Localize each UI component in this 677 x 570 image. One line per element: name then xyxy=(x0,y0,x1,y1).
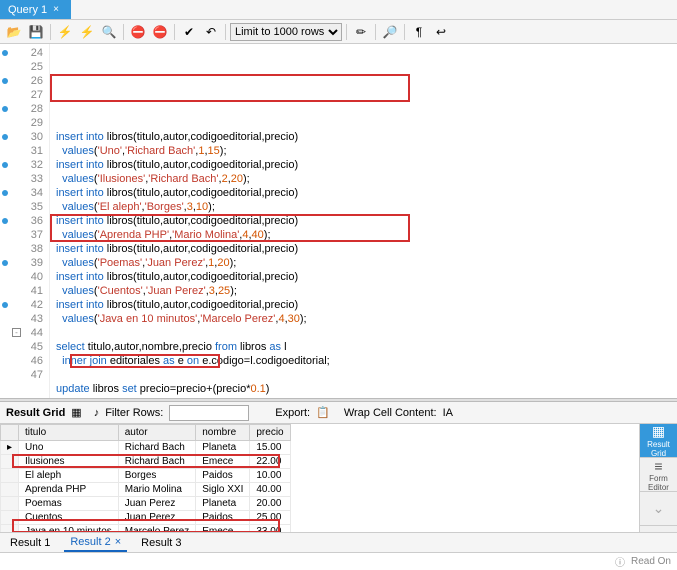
highlight-box xyxy=(50,74,410,102)
commit-icon[interactable]: ✔ xyxy=(179,23,199,41)
execute-icon[interactable]: ⚡ xyxy=(55,23,75,41)
wrap-toggle-icon[interactable]: IA xyxy=(443,407,453,419)
table-row[interactable]: CuentosJuan PerezPaidos25.00 xyxy=(1,511,291,525)
table-row[interactable]: Java en 10 minutosMarcelo PerezEmece33.0… xyxy=(1,525,291,533)
tab-result-3[interactable]: Result 3 xyxy=(135,535,187,551)
rollback-icon[interactable]: ↶ xyxy=(201,23,221,41)
wrap-label: Wrap Cell Content: xyxy=(344,407,437,419)
result-grid[interactable]: tituloautornombreprecio▸UnoRichard BachP… xyxy=(0,424,291,532)
filter-icon: ♪ xyxy=(94,407,100,419)
editor-toolbar: 📂 💾 ⚡ ⚡ 🔍 ⛔ ⛔ ✔ ↶ Limit to 1000 rows ✏ 🔎… xyxy=(0,20,677,44)
form-editor-tab[interactable]: ≡ Form Editor xyxy=(640,458,677,492)
result-grid-tab[interactable]: ▦ Result Grid xyxy=(640,424,677,458)
table-row[interactable]: El alephBorgesPaidos10.00 xyxy=(1,469,291,483)
filter-input[interactable] xyxy=(169,405,249,421)
result-toolbar: Result Grid ▦ ♪ Filter Rows: Export: 📋 W… xyxy=(0,402,677,424)
filter-label: Filter Rows: xyxy=(105,407,163,419)
nav-down-icon[interactable]: ⌄ xyxy=(640,492,677,526)
open-file-icon[interactable]: 📂 xyxy=(4,23,24,41)
result-container: tituloautornombreprecio▸UnoRichard BachP… xyxy=(0,424,677,532)
close-icon[interactable]: × xyxy=(115,536,121,548)
table-row[interactable]: Aprenda PHPMario MolinaSiglo XXI40.00 xyxy=(1,483,291,497)
find-icon[interactable]: 🔎 xyxy=(380,23,400,41)
table-row[interactable]: ▸UnoRichard BachPlaneta15.00 xyxy=(1,441,291,455)
toggle-invisible-icon[interactable]: ¶ xyxy=(409,23,429,41)
execute-current-icon[interactable]: ⚡ xyxy=(77,23,97,41)
export-label: Export: xyxy=(275,407,310,419)
tab-result-1[interactable]: Result 1 xyxy=(4,535,56,551)
status-bar: ⓘ Read On xyxy=(0,552,677,570)
close-icon[interactable]: × xyxy=(53,4,59,15)
tab-result-2[interactable]: Result 2× xyxy=(64,534,127,552)
export-icon[interactable]: 📋 xyxy=(316,406,330,419)
stop-icon[interactable]: ⛔ xyxy=(128,23,148,41)
stop-all-icon[interactable]: ⛔ xyxy=(150,23,170,41)
result-side-panel: ▦ Result Grid ≡ Form Editor ⌄ xyxy=(639,424,677,532)
query-tab-label: Query 1 xyxy=(8,4,47,16)
save-file-icon[interactable]: 💾 xyxy=(26,23,46,41)
beautify-icon[interactable]: ✏ xyxy=(351,23,371,41)
status-text: Read On xyxy=(631,556,671,567)
limit-rows-select[interactable]: Limit to 1000 rows xyxy=(230,23,342,41)
table-row[interactable]: PoemasJuan PerezPlaneta20.00 xyxy=(1,497,291,511)
result-grid-area[interactable]: tituloautornombreprecio▸UnoRichard BachP… xyxy=(0,424,639,532)
explain-icon[interactable]: 🔍 xyxy=(99,23,119,41)
toggle-wrap-icon[interactable]: ↩ xyxy=(431,23,451,41)
info-icon: ⓘ xyxy=(615,554,625,569)
code-content[interactable]: insert into libros(titulo,autor,codigoed… xyxy=(50,44,677,398)
query-tab[interactable]: Query 1 × xyxy=(0,0,71,19)
query-tab-bar: Query 1 × xyxy=(0,0,677,20)
result-tabs: Result 1 Result 2× Result 3 xyxy=(0,532,677,552)
table-row[interactable]: IlusionesRichard BachEmece22.00 xyxy=(1,455,291,469)
sql-editor[interactable]: 2425262728293031323334353637383940414243… xyxy=(0,44,677,398)
grid-icon: ▦ xyxy=(71,406,81,419)
line-gutter: 2425262728293031323334353637383940414243… xyxy=(0,44,50,398)
result-grid-label: Result Grid xyxy=(6,407,65,419)
